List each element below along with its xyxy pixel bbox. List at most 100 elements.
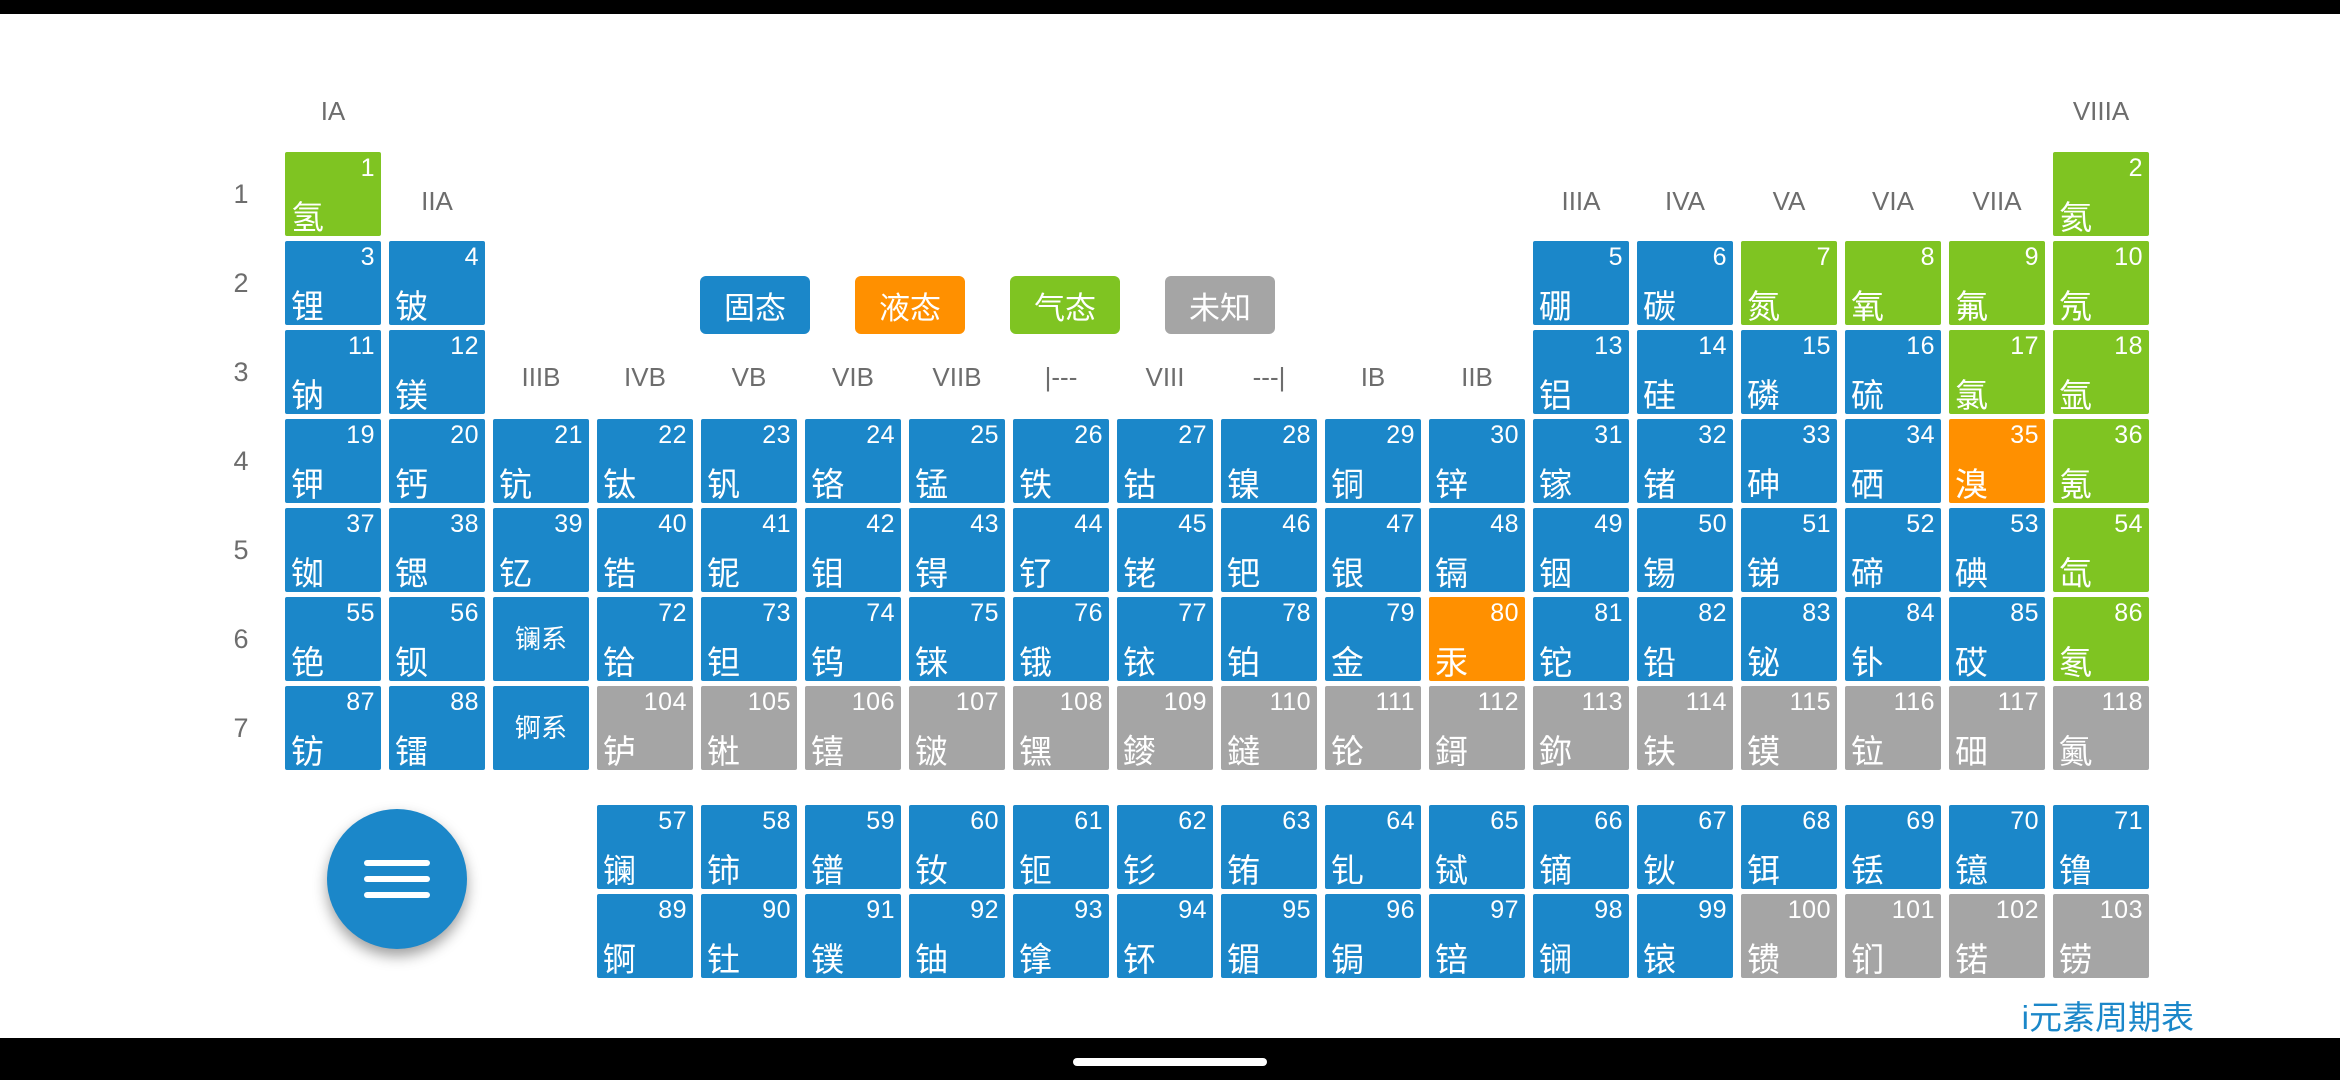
- element-cell[interactable]: 70 镱: [1947, 803, 2047, 891]
- element-cell[interactable]: 33 砷: [1739, 417, 1839, 505]
- element-cell[interactable]: 73 钽: [699, 595, 799, 683]
- element-cell[interactable]: 82 铅: [1635, 595, 1735, 683]
- element-cell[interactable]: 65 铽: [1427, 803, 1527, 891]
- element-cell[interactable]: 62 钐: [1115, 803, 1215, 891]
- element-cell[interactable]: 8氧: [1843, 239, 1943, 327]
- element-cell[interactable]: 114 𫓧: [1635, 684, 1735, 772]
- element-cell[interactable]: 10 氖: [2051, 239, 2151, 327]
- element-cell[interactable]: 56 钡: [387, 595, 487, 683]
- element-cell[interactable]: 118 鿫: [2051, 684, 2151, 772]
- element-cell[interactable]: 87 钫: [283, 684, 383, 772]
- element-cell[interactable]: 12 镁: [387, 328, 487, 416]
- element-cell[interactable]: 61 钷: [1011, 803, 1111, 891]
- element-cell[interactable]: 24 铬: [803, 417, 903, 505]
- element-cell[interactable]: 15 磷: [1739, 328, 1839, 416]
- element-cell[interactable]: 29 铜: [1323, 417, 1423, 505]
- element-cell[interactable]: 67 钬: [1635, 803, 1735, 891]
- element-cell[interactable]: 25 锰: [907, 417, 1007, 505]
- element-cell[interactable]: 47 银: [1323, 506, 1423, 594]
- element-cell[interactable]: 7氮: [1739, 239, 1839, 327]
- element-cell[interactable]: 72 铪: [595, 595, 695, 683]
- element-cell[interactable]: 11 钠: [283, 328, 383, 416]
- element-cell[interactable]: 55 铯: [283, 595, 383, 683]
- element-cell[interactable]: 18 氩: [2051, 328, 2151, 416]
- element-cell[interactable]: 49 铟: [1531, 506, 1631, 594]
- element-cell[interactable]: 2氦: [2051, 150, 2151, 238]
- element-cell[interactable]: 78 铂: [1219, 595, 1319, 683]
- element-cell[interactable]: 111 𬬭: [1323, 684, 1423, 772]
- element-cell[interactable]: 3锂: [283, 239, 383, 327]
- element-cell[interactable]: 27 钴: [1115, 417, 1215, 505]
- element-cell[interactable]: 32 锗: [1635, 417, 1735, 505]
- element-cell[interactable]: 31 镓: [1531, 417, 1631, 505]
- element-cell[interactable]: 80 汞: [1427, 595, 1527, 683]
- element-cell[interactable]: 60 钕: [907, 803, 1007, 891]
- element-cell[interactable]: 93 镎: [1011, 892, 1111, 980]
- element-cell[interactable]: 41 铌: [699, 506, 799, 594]
- element-cell[interactable]: 84 钋: [1843, 595, 1943, 683]
- element-cell[interactable]: 5硼: [1531, 239, 1631, 327]
- element-cell[interactable]: 19 钾: [283, 417, 383, 505]
- element-cell[interactable]: 90 钍: [699, 892, 799, 980]
- element-cell[interactable]: 94 钚: [1115, 892, 1215, 980]
- element-cell[interactable]: 92 铀: [907, 892, 1007, 980]
- element-cell[interactable]: 85 砹: [1947, 595, 2047, 683]
- element-cell[interactable]: 102 锘: [1947, 892, 2047, 980]
- series-cell[interactable]: 锕系: [491, 684, 591, 772]
- element-cell[interactable]: 81 铊: [1531, 595, 1631, 683]
- element-cell[interactable]: 39 钇: [491, 506, 591, 594]
- element-cell[interactable]: 113 鉨: [1531, 684, 1631, 772]
- element-cell[interactable]: 30 锌: [1427, 417, 1527, 505]
- element-cell[interactable]: 110 鐽: [1219, 684, 1319, 772]
- element-cell[interactable]: 57 镧: [595, 803, 695, 891]
- element-cell[interactable]: 17 氯: [1947, 328, 2047, 416]
- element-cell[interactable]: 22 钛: [595, 417, 695, 505]
- element-cell[interactable]: 96 锔: [1323, 892, 1423, 980]
- element-cell[interactable]: 98 锎: [1531, 892, 1631, 980]
- element-cell[interactable]: 106 𬭳: [803, 684, 903, 772]
- legend-button-gas[interactable]: 气态: [1010, 276, 1120, 334]
- element-cell[interactable]: 16 硫: [1843, 328, 1943, 416]
- element-cell[interactable]: 109 䥑: [1115, 684, 1215, 772]
- element-cell[interactable]: 44 钌: [1011, 506, 1111, 594]
- element-cell[interactable]: 43 锝: [907, 506, 1007, 594]
- element-cell[interactable]: 91 镤: [803, 892, 903, 980]
- element-cell[interactable]: 89 锕: [595, 892, 695, 980]
- element-cell[interactable]: 83 铋: [1739, 595, 1839, 683]
- element-cell[interactable]: 115 镆: [1739, 684, 1839, 772]
- element-cell[interactable]: 34 硒: [1843, 417, 1943, 505]
- element-cell[interactable]: 35 溴: [1947, 417, 2047, 505]
- element-cell[interactable]: 23 钒: [699, 417, 799, 505]
- element-cell[interactable]: 59 镨: [803, 803, 903, 891]
- series-cell[interactable]: 镧系: [491, 595, 591, 683]
- element-cell[interactable]: 76 锇: [1011, 595, 1111, 683]
- element-cell[interactable]: 51 锑: [1739, 506, 1839, 594]
- element-cell[interactable]: 71 镥: [2051, 803, 2151, 891]
- menu-fab-button[interactable]: [327, 809, 467, 949]
- element-cell[interactable]: 6碳: [1635, 239, 1735, 327]
- element-cell[interactable]: 77 铱: [1115, 595, 1215, 683]
- element-cell[interactable]: 116 𫟷: [1843, 684, 1943, 772]
- element-cell[interactable]: 37 铷: [283, 506, 383, 594]
- element-cell[interactable]: 14 硅: [1635, 328, 1735, 416]
- element-cell[interactable]: 95 镅: [1219, 892, 1319, 980]
- element-cell[interactable]: 52 碲: [1843, 506, 1943, 594]
- element-cell[interactable]: 42 钼: [803, 506, 903, 594]
- element-cell[interactable]: 75 铼: [907, 595, 1007, 683]
- element-cell[interactable]: 53 碘: [1947, 506, 2047, 594]
- legend-button-solid[interactable]: 固态: [700, 276, 810, 334]
- element-cell[interactable]: 45 铑: [1115, 506, 1215, 594]
- element-cell[interactable]: 26 铁: [1011, 417, 1111, 505]
- element-cell[interactable]: 104 𬬻: [595, 684, 695, 772]
- element-cell[interactable]: 66 镝: [1531, 803, 1631, 891]
- element-cell[interactable]: 64 钆: [1323, 803, 1423, 891]
- element-cell[interactable]: 100 镄: [1739, 892, 1839, 980]
- element-cell[interactable]: 13 铝: [1531, 328, 1631, 416]
- element-cell[interactable]: 4铍: [387, 239, 487, 327]
- legend-button-liquid[interactable]: 液态: [855, 276, 965, 334]
- element-cell[interactable]: 112 鎶: [1427, 684, 1527, 772]
- element-cell[interactable]: 117 鿬: [1947, 684, 2047, 772]
- element-cell[interactable]: 21 钪: [491, 417, 591, 505]
- element-cell[interactable]: 40 锆: [595, 506, 695, 594]
- element-cell[interactable]: 58 铈: [699, 803, 799, 891]
